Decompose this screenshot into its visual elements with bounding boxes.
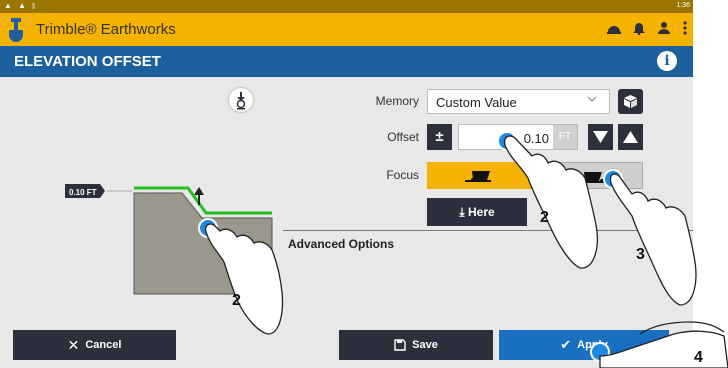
- download-icon: ⤓: [459, 205, 465, 219]
- close-icon: ✕: [67, 336, 80, 353]
- app-bar: Trimble® Earthworks: [0, 13, 693, 46]
- more-vert-icon[interactable]: [683, 21, 687, 40]
- info-icon[interactable]: i: [657, 51, 677, 71]
- annotation-number: 4: [694, 349, 703, 366]
- check-icon: ✔: [560, 337, 572, 352]
- arrow-down-icon: [593, 131, 608, 143]
- box-icon: [624, 95, 637, 108]
- offset-unit: FT: [553, 125, 577, 149]
- here-label: Here: [467, 205, 495, 219]
- here-button[interactable]: ⤓ Here: [427, 198, 527, 226]
- offset-up-button[interactable]: [618, 124, 643, 150]
- page-title: ELEVATION OFFSET: [14, 53, 161, 70]
- app-screen: ▲ ▲ ⫾ 1:36 Trimble® Earthworks ELEVATION: [0, 0, 693, 368]
- focus-right-edge-button[interactable]: [545, 162, 643, 189]
- cancel-button[interactable]: ✕ Cancel: [13, 330, 176, 360]
- shovel-logo-icon: [9, 18, 23, 42]
- chevron-down-icon: [587, 96, 597, 103]
- elevation-profile-diagram: 0.10 FT: [65, 184, 273, 295]
- open-box-button[interactable]: [618, 89, 643, 114]
- app-title: Trimble® Earthworks: [36, 21, 176, 38]
- plus-minus-button[interactable]: ±: [427, 124, 452, 150]
- bucket-left-icon: [465, 171, 491, 182]
- cancel-label: Cancel: [85, 339, 122, 351]
- apply-button[interactable]: ✔ Apply: [499, 330, 669, 360]
- offset-value: 0.10: [523, 131, 549, 146]
- focus-label: Focus: [386, 168, 419, 182]
- hardhat-icon[interactable]: [607, 22, 621, 40]
- content-area: Memory Custom Value Offset ± 0.10 FT Foc…: [0, 77, 693, 368]
- memory-value: Custom Value: [436, 95, 517, 110]
- status-bar: ▲ ▲ ⫾ 1:36: [0, 0, 693, 13]
- memory-select[interactable]: Custom Value: [427, 89, 610, 114]
- save-icon: [394, 339, 406, 351]
- bucket-right-icon: [584, 172, 610, 183]
- apply-label: Apply: [577, 339, 608, 351]
- user-icon[interactable]: [657, 21, 671, 40]
- offset-label: Offset: [387, 130, 419, 144]
- offset-tag: 0.10 FT: [65, 184, 105, 198]
- title-bar: ELEVATION OFFSET i: [0, 46, 693, 77]
- focus-left-edge-button[interactable]: [427, 162, 545, 189]
- offset-down-button[interactable]: [588, 124, 613, 150]
- target-elevation-icon[interactable]: [229, 88, 253, 112]
- arrow-up-icon: [623, 131, 638, 143]
- status-time: 1:36: [676, 2, 690, 9]
- memory-label: Memory: [375, 94, 419, 108]
- offset-input[interactable]: 0.10 FT: [458, 124, 578, 150]
- svg-text:0.10 FT: 0.10 FT: [69, 188, 97, 197]
- section-divider: [283, 230, 693, 231]
- save-button[interactable]: Save: [339, 330, 493, 360]
- status-icons: ▲ ▲ ⫾: [4, 1, 37, 10]
- bell-icon[interactable]: [633, 22, 645, 40]
- save-label: Save: [412, 339, 438, 351]
- advanced-options-header[interactable]: Advanced Options: [288, 237, 394, 251]
